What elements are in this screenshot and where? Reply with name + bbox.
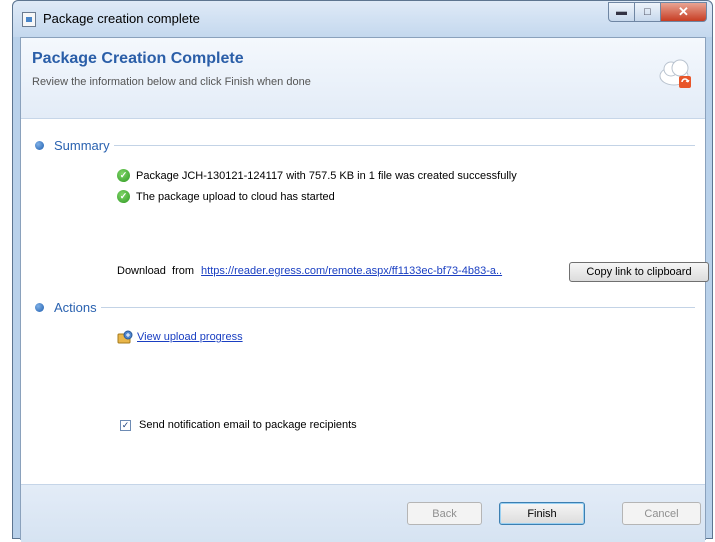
cloud-sync-icon [659,59,691,88]
minimize-button[interactable]: ▬ [608,2,635,22]
status-line: ✓ Package JCH-130121-124117 with 757.5 K… [117,169,517,182]
view-progress-row[interactable]: View upload progress [117,330,243,344]
notify-checkbox[interactable]: ✓ [120,419,131,431]
section-divider [100,307,695,308]
summary-section-header: Summary [35,138,695,153]
section-bullet-icon [35,141,44,150]
package-icon [22,12,36,27]
back-button[interactable]: Back [407,502,482,525]
copy-link-button[interactable]: Copy link to clipboard [569,262,709,282]
notify-checkbox-label: Send notification email to package recip… [139,419,357,431]
dialog-window: Package creation complete ▬ □ ✕ Package … [12,0,713,542]
check-icon: ✓ [117,190,130,203]
page-title: Package Creation Complete [32,50,244,67]
download-row: Download from https://reader.egress.com/… [117,265,502,277]
status-text: The package upload to cloud has started [136,190,335,203]
actions-label: Actions [54,300,97,315]
finish-button[interactable]: Finish [499,502,585,525]
window-title: Package creation complete [43,11,200,26]
page-subtitle: Review the information below and click F… [32,76,311,88]
wizard-footer: Back Finish Cancel [21,484,705,542]
maximize-button[interactable]: □ [635,2,661,22]
status-text: Package JCH-130121-124117 with 757.5 KB … [136,169,517,182]
title-bar[interactable]: Package creation complete ▬ □ ✕ [13,1,712,37]
notify-checkbox-row[interactable]: ✓ Send notification email to package rec… [120,419,357,431]
window-controls: ▬ □ ✕ [608,2,707,22]
cancel-button[interactable]: Cancel [622,502,701,525]
background-edge [0,0,12,539]
upload-progress-icon [117,330,133,344]
actions-section-header: Actions [35,300,695,315]
summary-label: Summary [54,138,110,153]
check-icon: ✓ [117,169,130,182]
wizard-header: Package Creation Complete Review the inf… [21,38,705,119]
download-link[interactable]: https://reader.egress.com/remote.aspx/ff… [201,265,502,277]
close-button[interactable]: ✕ [661,2,707,22]
download-label: Download from [117,265,195,277]
view-upload-progress-link[interactable]: View upload progress [137,331,243,343]
client-area: Package Creation Complete Review the inf… [20,37,709,542]
status-line: ✓ The package upload to cloud has starte… [117,190,335,203]
section-bullet-icon [35,303,44,312]
section-divider [113,145,695,146]
